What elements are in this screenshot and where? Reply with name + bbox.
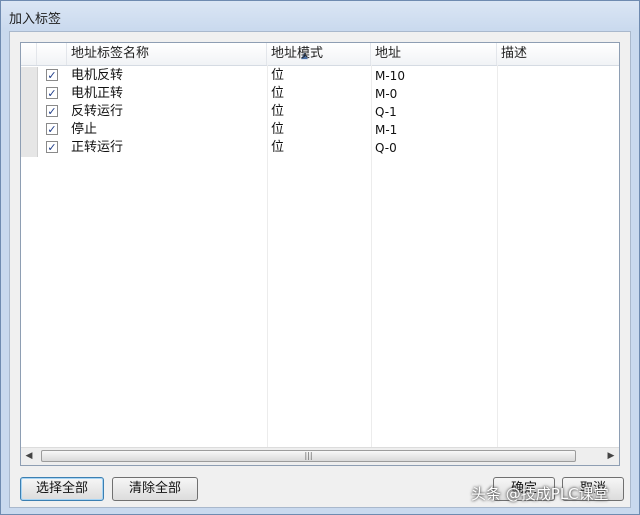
tag-name-cell[interactable]: 电机反转 bbox=[71, 67, 123, 85]
table-header: 地址标签名称 ▲ 地址模式 地址 描述 bbox=[21, 43, 619, 66]
tag-name-cell[interactable]: 反转运行 bbox=[71, 103, 123, 121]
table-row[interactable]: ✓ 正转运行 位 Q-0 bbox=[21, 139, 619, 157]
dialog-title: 加入标签 bbox=[9, 12, 62, 27]
address-mode-cell[interactable]: 位 bbox=[271, 121, 284, 139]
horizontal-scrollbar[interactable]: ◀ ||| ▶ bbox=[21, 447, 619, 465]
title-bar: 加入标签 bbox=[1, 1, 639, 31]
scroll-left-arrow-icon[interactable]: ◀ bbox=[21, 448, 37, 465]
tag-name-cell[interactable]: 停止 bbox=[71, 121, 97, 139]
checkbox-column-header bbox=[37, 43, 67, 65]
column-header-description[interactable]: 描述 bbox=[497, 43, 619, 65]
scroll-right-arrow-icon[interactable]: ▶ bbox=[603, 448, 619, 465]
tag-name-cell[interactable]: 电机正转 bbox=[71, 85, 123, 103]
dialog-body: 地址标签名称 ▲ 地址模式 地址 描述 ✓ 电机反转 位 M-10 ✓ 电机正转… bbox=[9, 31, 631, 508]
table-row[interactable]: ✓ 停止 位 M-1 bbox=[21, 121, 619, 139]
address-cell[interactable]: M-1 bbox=[375, 121, 397, 139]
column-label: 地址 bbox=[375, 46, 402, 61]
row-header[interactable] bbox=[21, 121, 38, 139]
address-cell[interactable]: M-10 bbox=[375, 67, 405, 85]
column-header-address-mode[interactable]: 地址模式 bbox=[267, 43, 371, 65]
address-mode-cell[interactable]: 位 bbox=[271, 67, 284, 85]
select-all-button[interactable]: 选择全部 bbox=[20, 477, 104, 501]
row-header-corner bbox=[21, 43, 37, 65]
address-mode-cell[interactable]: 位 bbox=[271, 103, 284, 121]
scrollbar-thumb[interactable]: ||| bbox=[41, 450, 576, 462]
row-checkbox[interactable]: ✓ bbox=[46, 105, 58, 117]
column-header-tag-name[interactable]: 地址标签名称 ▲ bbox=[67, 43, 308, 65]
table-row[interactable]: ✓ 电机正转 位 M-0 bbox=[21, 85, 619, 103]
add-tags-dialog: 加入标签 地址标签名称 ▲ 地址模式 地址 描述 ✓ 电机反转 位 M-10 ✓… bbox=[0, 0, 640, 515]
column-header-address[interactable]: 地址 bbox=[371, 43, 497, 65]
address-cell[interactable]: M-0 bbox=[375, 85, 397, 103]
row-checkbox[interactable]: ✓ bbox=[46, 141, 58, 153]
address-cell[interactable]: Q-0 bbox=[375, 139, 397, 157]
table-row[interactable]: ✓ 反转运行 位 Q-1 bbox=[21, 103, 619, 121]
row-header[interactable] bbox=[21, 103, 38, 121]
row-header[interactable] bbox=[21, 139, 38, 157]
column-label: 地址模式 bbox=[271, 46, 324, 61]
row-header[interactable] bbox=[21, 85, 38, 103]
row-checkbox[interactable]: ✓ bbox=[46, 69, 58, 81]
row-checkbox[interactable]: ✓ bbox=[46, 123, 58, 135]
row-checkbox[interactable]: ✓ bbox=[46, 87, 58, 99]
address-mode-cell[interactable]: 位 bbox=[271, 85, 284, 103]
address-cell[interactable]: Q-1 bbox=[375, 103, 397, 121]
tag-name-cell[interactable]: 正转运行 bbox=[71, 139, 123, 157]
column-label: 地址标签名称 bbox=[71, 46, 150, 61]
column-label: 描述 bbox=[501, 46, 528, 61]
table-row[interactable]: ✓ 电机反转 位 M-10 bbox=[21, 67, 619, 85]
tag-table: 地址标签名称 ▲ 地址模式 地址 描述 ✓ 电机反转 位 M-10 ✓ 电机正转… bbox=[20, 42, 620, 466]
watermark-text: 头条 @技成PLC课堂 bbox=[471, 485, 609, 503]
clear-all-button[interactable]: 清除全部 bbox=[112, 477, 198, 501]
watermark: 头条 @技成PLC课堂 bbox=[471, 483, 609, 504]
address-mode-cell[interactable]: 位 bbox=[271, 139, 284, 157]
row-header[interactable] bbox=[21, 67, 38, 85]
